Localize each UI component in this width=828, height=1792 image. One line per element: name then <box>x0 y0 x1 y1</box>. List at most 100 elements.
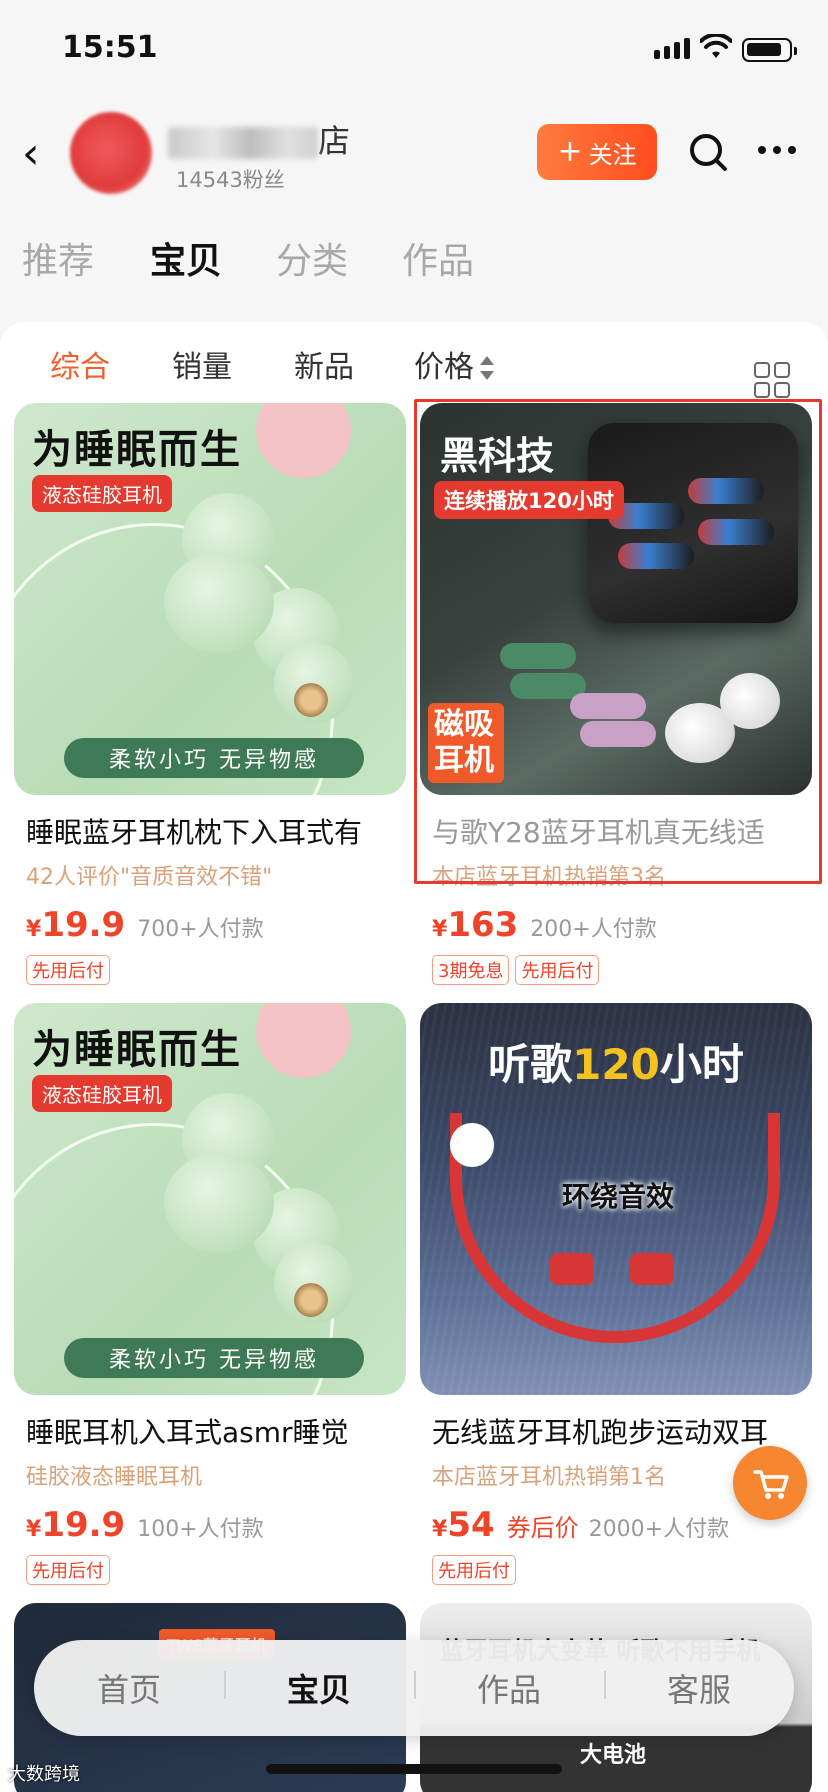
sort-price[interactable]: 价格 <box>414 342 494 386</box>
image-headline: 为睡眠而生 <box>32 1027 242 1073</box>
product-card[interactable]: 黑科技 连续播放120小时 磁吸耳机 与歌Y28蓝牙耳机真无线适 本店蓝牙耳机热… <box>420 403 812 985</box>
shop-name[interactable]: 店 <box>168 116 350 162</box>
tag: 先用后付 <box>515 955 600 985</box>
sort-arrows-icon <box>480 354 494 384</box>
status-time: 15:51 <box>62 30 158 65</box>
plus-icon: + <box>557 134 583 169</box>
blurred-name <box>168 127 318 159</box>
currency: ¥ <box>432 1517 448 1542</box>
nav-products[interactable]: 宝贝 <box>224 1665 414 1711</box>
tag-row: 先用后付 <box>432 1555 812 1585</box>
shop-header: ‹ 店 14543粉丝 + 关注 <box>0 100 828 210</box>
decor-circle <box>256 1003 351 1078</box>
product-image[interactable]: 黑科技 连续播放120小时 磁吸耳机 <box>420 403 812 795</box>
grid-view-icon[interactable] <box>754 362 790 398</box>
tab-products[interactable]: 宝贝 <box>150 232 222 284</box>
product-subtitle: 本店蓝牙耳机热销第3名 <box>432 865 666 890</box>
product-subtitle: 硅胶液态睡眠耳机 <box>26 1465 203 1490</box>
tag-row: 先用后付 <box>26 1555 406 1585</box>
nav-service[interactable]: 客服 <box>604 1665 794 1711</box>
price: 19.9 <box>41 1505 126 1545</box>
price-row: ¥ 19.9 700+人付款 <box>26 905 406 945</box>
sort-bar: 综合 销量 新品 价格 <box>0 342 828 398</box>
wifi-icon <box>700 34 732 58</box>
tag: 3期免息 <box>432 955 510 985</box>
tag-row: 3期免息 先用后付 <box>432 955 812 985</box>
back-icon[interactable]: ‹ <box>22 132 58 178</box>
status-bar: 15:51 <box>0 0 828 100</box>
search-icon[interactable] <box>686 130 730 174</box>
battery-icon <box>742 38 797 62</box>
decor-circle <box>256 403 351 478</box>
image-footer: 柔软小巧 无异物感 <box>64 738 364 778</box>
cart-icon <box>753 1470 789 1499</box>
sd-card-icon <box>450 1123 494 1167</box>
product-image[interactable]: 为睡眠而生 液态硅胶耳机 柔软小巧 无异物感 <box>14 1003 406 1395</box>
product-image[interactable]: 为睡眠而生 液态硅胶耳机 柔软小巧 无异物感 <box>14 403 406 795</box>
earbud <box>720 673 780 729</box>
shop-tabs: 推荐 宝贝 分类 作品 <box>0 232 828 292</box>
price: 54 <box>447 1505 495 1545</box>
product-title[interactable]: 睡眠蓝牙耳机枕下入耳式有 <box>26 811 406 851</box>
nav-home[interactable]: 首页 <box>34 1665 224 1711</box>
product-title[interactable]: 无线蓝牙耳机跑步运动双耳 <box>432 1411 812 1451</box>
coupon-label: 券后价 <box>506 1514 579 1542</box>
product-title[interactable]: 与歌Y28蓝牙耳机真无线适 <box>432 811 812 851</box>
sort-sales[interactable]: 销量 <box>172 342 232 386</box>
paid-count: 200+人付款 <box>530 917 657 942</box>
sort-price-label: 价格 <box>414 350 474 385</box>
image-headline: 黑科技 <box>440 434 555 478</box>
battery-cell <box>500 643 576 669</box>
product-card[interactable]: 为睡眠而生 液态硅胶耳机 柔软小巧 无异物感 睡眠蓝牙耳机枕下入耳式有 42人评… <box>14 403 406 985</box>
sort-new[interactable]: 新品 <box>294 342 354 386</box>
shop-name-visible: 店 <box>318 122 351 160</box>
image-sub: 大电池 <box>580 1743 647 1768</box>
ear-tip <box>294 1283 328 1317</box>
image-footer: 柔软小巧 无异物感 <box>64 1338 364 1378</box>
paid-count: 100+人付款 <box>137 1517 264 1542</box>
follow-label: 关注 <box>588 140 637 169</box>
image-badge: 连续播放120小时 <box>434 481 624 519</box>
price: 163 <box>447 905 519 945</box>
fans-count: 14543粉丝 <box>176 168 285 192</box>
shop-page: 15:51 ‹ 店 14543粉丝 + 关注 推荐 宝贝 分类 作品 综合 销量… <box>0 0 828 1792</box>
paid-count: 2000+人付款 <box>588 1517 730 1542</box>
charging-case <box>588 423 798 623</box>
product-subtitle: 42人评价"音质音效不错" <box>26 865 273 890</box>
shop-avatar[interactable] <box>70 112 152 194</box>
product-image[interactable]: 听歌120小时 环绕音效 <box>420 1003 812 1395</box>
image-headline: 听歌120小时 <box>488 1040 744 1089</box>
product-title[interactable]: 睡眠耳机入耳式asmr睡觉 <box>26 1411 406 1451</box>
tag-row: 先用后付 <box>26 955 406 985</box>
earbud <box>164 1153 274 1253</box>
tab-categories[interactable]: 分类 <box>276 232 348 284</box>
currency: ¥ <box>432 917 448 942</box>
earbud <box>550 1253 594 1285</box>
sort-comprehensive[interactable]: 综合 <box>50 342 110 386</box>
earbud <box>630 1253 674 1285</box>
image-middle-text: 环绕音效 <box>562 1180 675 1213</box>
follow-button[interactable]: + 关注 <box>537 124 657 180</box>
tag: 先用后付 <box>26 955 110 985</box>
tab-recommend[interactable]: 推荐 <box>22 232 94 284</box>
bottom-nav: 首页 宝贝 作品 客服 <box>34 1640 794 1736</box>
ear-tip <box>294 683 328 717</box>
paid-count: 700+人付款 <box>137 917 264 942</box>
battery-cell <box>580 721 656 747</box>
watermark: 大数跨境 <box>8 1764 80 1785</box>
tab-works[interactable]: 作品 <box>402 232 474 284</box>
more-icon[interactable] <box>758 146 796 154</box>
tag: 先用后付 <box>432 1555 516 1585</box>
image-side-tag: 磁吸耳机 <box>428 703 504 783</box>
price: 19.9 <box>41 905 126 945</box>
earbud <box>164 553 274 653</box>
image-badge: 液态硅胶耳机 <box>32 1075 172 1112</box>
nav-works[interactable]: 作品 <box>414 1665 604 1711</box>
price-row: ¥ 163 200+人付款 <box>432 905 812 945</box>
currency: ¥ <box>26 917 42 942</box>
cart-button[interactable] <box>733 1446 807 1520</box>
product-card[interactable]: 为睡眠而生 液态硅胶耳机 柔软小巧 无异物感 睡眠耳机入耳式asmr睡觉 硅胶液… <box>14 1003 406 1585</box>
signal-icon <box>654 38 690 59</box>
image-headline: 为睡眠而生 <box>32 427 242 473</box>
currency: ¥ <box>26 1517 42 1542</box>
